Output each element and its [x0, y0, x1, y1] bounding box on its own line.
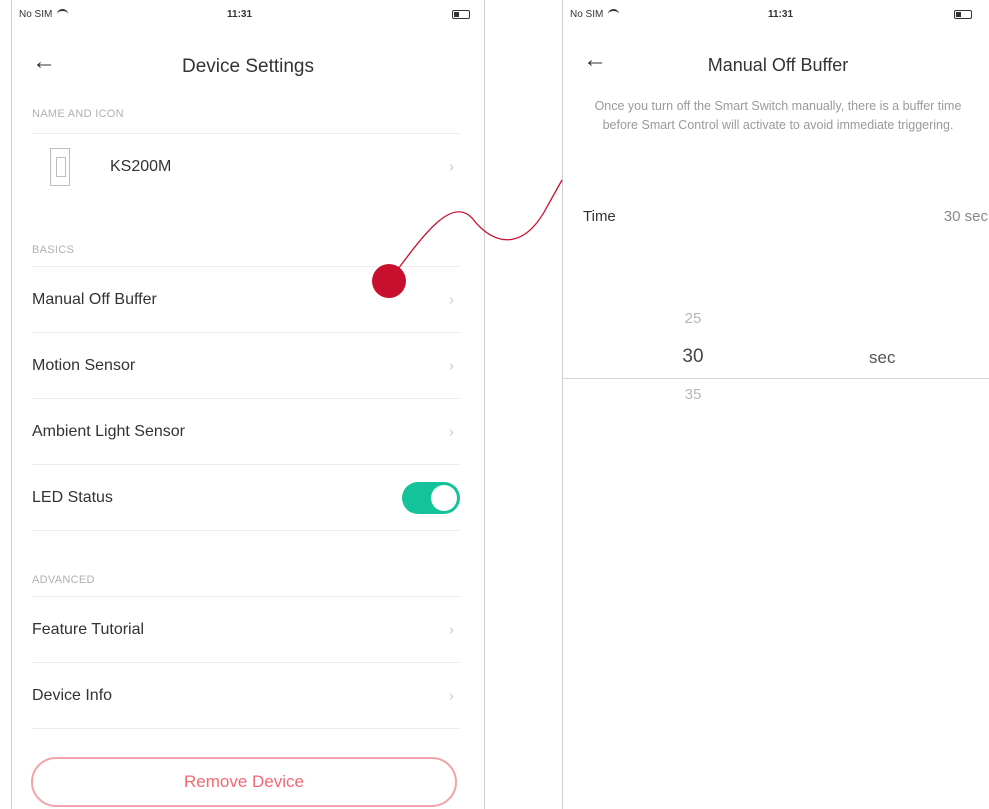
picker-selection-line: [563, 378, 989, 379]
carrier-label: No SIM: [570, 9, 620, 20]
carrier-label: No SIM: [19, 9, 69, 20]
battery-indicator: [951, 9, 972, 20]
wifi-icon: [57, 9, 69, 19]
chevron-right-icon: ›: [449, 291, 454, 308]
status-bar: No SIM 11:31: [12, 0, 484, 26]
row-led-status: LED Status: [32, 464, 460, 531]
page-title: Manual Off Buffer: [707, 55, 849, 75]
section-advanced: ADVANCED: [32, 574, 95, 586]
time-value: 30 sec: [943, 208, 988, 225]
time-label: Time: [583, 208, 616, 225]
row-label: Device Info: [32, 686, 113, 704]
picker-unit: sec: [869, 348, 896, 367]
status-time: 11:31: [768, 9, 794, 20]
switch-device-icon: [50, 147, 70, 186]
row-label: Ambient Light Sensor: [32, 422, 185, 440]
carrier-text: No SIM: [570, 9, 604, 20]
row-label: Feature Tutorial: [32, 620, 145, 638]
chevron-right-icon: ›: [449, 423, 454, 440]
buffer-description: Once you turn off the Smart Switch manua…: [594, 99, 962, 132]
led-status-toggle[interactable]: [402, 481, 460, 514]
device-settings-screen: No SIM 11:31 ← Device Settings NAME AND …: [11, 0, 485, 809]
device-name: KS200M: [110, 157, 172, 175]
status-time: 11:31: [227, 9, 253, 20]
carrier-text: No SIM: [19, 9, 53, 20]
chevron-right-icon: ›: [449, 357, 454, 374]
section-basics: BASICS: [32, 244, 75, 256]
wifi-icon: [608, 9, 620, 19]
picker-option-selected[interactable]: 30: [653, 346, 733, 368]
row-feature-tutorial[interactable]: Feature Tutorial ›: [32, 596, 460, 662]
page-title: Device Settings: [181, 56, 314, 77]
chevron-right-icon: ›: [449, 621, 454, 638]
row-motion-sensor[interactable]: Motion Sensor ›: [32, 332, 460, 398]
remove-device-button[interactable]: Remove Device: [31, 757, 457, 807]
time-row[interactable]: Time 30 sec: [583, 208, 989, 238]
picker-option-below[interactable]: 35: [653, 386, 733, 403]
row-label: Manual Off Buffer: [32, 290, 157, 308]
stage: No SIM 11:31 ← Device Settings NAME AND …: [0, 0, 989, 809]
device-name-row[interactable]: KS200M ›: [32, 133, 460, 199]
status-bar: No SIM 11:31: [563, 0, 989, 26]
row-ambient-light-sensor[interactable]: Ambient Light Sensor ›: [32, 398, 460, 464]
chevron-right-icon: ›: [449, 687, 454, 704]
chevron-right-icon: ›: [449, 158, 454, 175]
section-name-and-icon: NAME AND ICON: [32, 108, 124, 120]
battery-icon: [954, 9, 972, 19]
row-manual-off-buffer[interactable]: Manual Off Buffer ›: [32, 266, 460, 332]
picker-option-above[interactable]: 25: [653, 310, 733, 327]
row-label: Motion Sensor: [32, 356, 136, 374]
row-device-info[interactable]: Device Info ›: [32, 662, 460, 729]
nav-bar: ← Device Settings: [12, 46, 484, 86]
nav-bar: ← Manual Off Buffer: [563, 46, 989, 86]
row-label: LED Status: [32, 488, 113, 506]
battery-icon: [452, 9, 470, 19]
manual-off-buffer-screen: No SIM 11:31 ← Manual Off Buffer Once yo…: [562, 0, 989, 809]
battery-indicator: [449, 9, 470, 20]
